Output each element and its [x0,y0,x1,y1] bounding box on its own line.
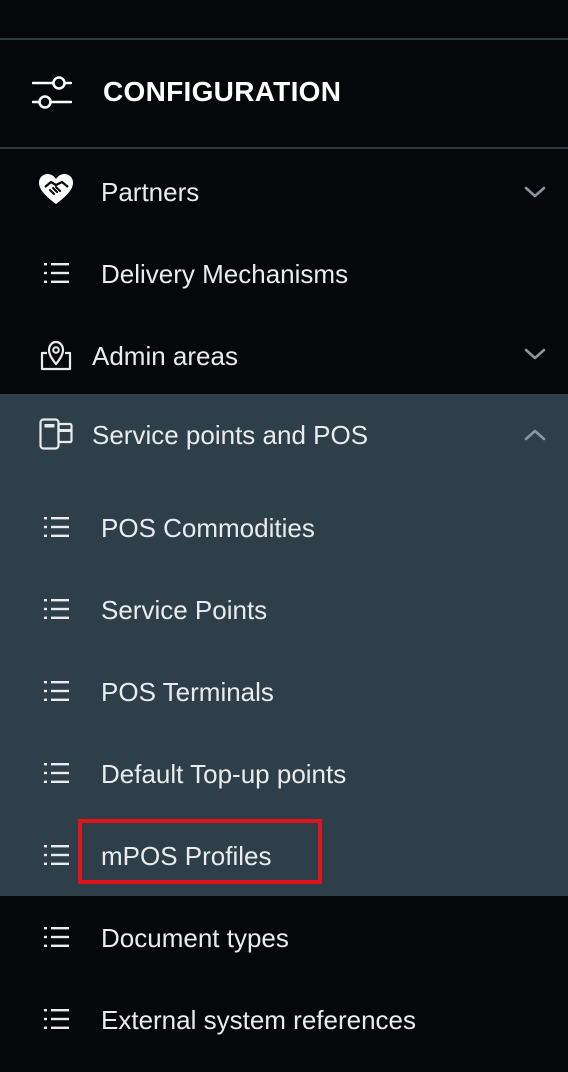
sliders-icon [32,76,72,109]
menu-item-partners-label: Partners [101,177,200,207]
submenu-item-mpos-profiles[interactable]: mPOS Profiles [0,813,568,895]
submenu-item-default-top-up-points[interactable]: Default Top-up points [0,731,568,813]
submenu-item-label: Default Top-up points [101,759,347,789]
menu-item-document-types[interactable]: Document types [0,895,568,977]
submenu-item-label: POS Terminals [101,677,274,707]
menu-item-service-points-label: Service points and POS [92,420,369,450]
list-icon [44,681,69,701]
menu-item-partners[interactable]: Partners [0,149,568,231]
handshake-heart-icon [39,174,73,204]
list-icon [44,927,69,947]
list-icon [44,517,69,537]
menu-item-external-refs-label: External system references [101,1005,417,1035]
chevron-down-icon[interactable] [524,347,546,361]
chevron-up-icon[interactable] [524,428,546,442]
menu-item-delivery-mechanisms-label: Delivery Mechanisms [101,259,349,289]
menu-item-admin-areas[interactable]: Admin areas [0,313,568,395]
list-icon [44,1009,69,1029]
menu-item-document-types-label: Document types [101,923,289,953]
top-strip [0,0,568,38]
navigation-sidebar: CONFIGURATION Partners Delivery Mechanis… [0,0,568,1072]
menu-item-delivery-mechanisms[interactable]: Delivery Mechanisms [0,231,568,313]
configuration-header[interactable]: CONFIGURATION [0,40,568,147]
configuration-title: CONFIGURATION [103,76,342,107]
submenu-item-pos-terminals[interactable]: POS Terminals [0,649,568,731]
menu-item-admin-areas-label: Admin areas [92,341,238,371]
submenu-item-label: POS Commodities [101,513,315,543]
list-icon [44,763,69,783]
submenu-item-label: Service Points [101,595,268,625]
menu-item-service-points-and-pos[interactable]: Service points and POS [0,394,568,476]
submenu-item-pos-commodities[interactable]: POS Commodities [0,485,568,567]
list-icon [44,845,69,865]
menu-item-external-system-references[interactable]: External system references [0,977,568,1059]
list-icon [44,599,69,619]
pos-terminal-icon [39,418,73,450]
map-pin-icon [40,340,72,371]
submenu-item-label: mPOS Profiles [101,841,272,871]
list-icon [44,263,69,283]
chevron-down-icon[interactable] [524,185,546,199]
submenu-item-service-points[interactable]: Service Points [0,567,568,649]
